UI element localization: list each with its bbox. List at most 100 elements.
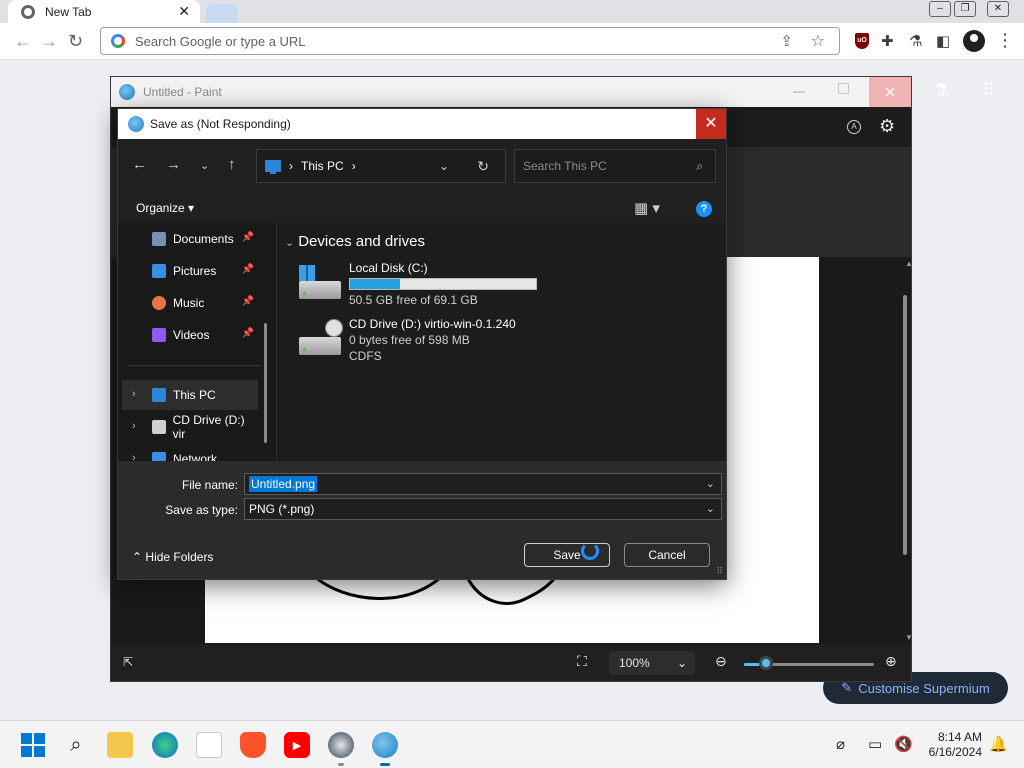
tab-strip: New Tab ✕ – ❐ ✕ <box>0 0 1024 23</box>
drive-cd-d[interactable]: CD Drive (D:) virtio-win-0.1.240 0 bytes… <box>297 317 557 371</box>
extensions-puzzle-icon[interactable]: ✚ <box>881 32 894 50</box>
nav-item-documents[interactable]: Documents 📌 <box>122 224 258 254</box>
drive-name: Local Disk (C:) <box>349 261 428 275</box>
help-icon[interactable]: ? <box>696 201 712 217</box>
edge-icon[interactable] <box>152 732 178 758</box>
collapse-chevron-icon[interactable]: ⌄ <box>285 237 294 249</box>
drive-usage-bar <box>349 278 537 290</box>
file-explorer-icon[interactable] <box>107 732 133 758</box>
notification-bell-icon[interactable]: 🔔 <box>989 735 1008 753</box>
scrollbar-thumb[interactable] <box>903 295 907 555</box>
refresh-icon[interactable]: ↻ <box>477 158 489 175</box>
share-icon[interactable]: ⇪ <box>780 32 793 50</box>
nav-item-this-pc[interactable]: › This PC <box>122 380 258 410</box>
search-icon: ⌕ <box>696 159 703 173</box>
display-icon[interactable]: ▭ <box>868 735 882 753</box>
paint-taskbar-icon[interactable] <box>372 732 398 766</box>
back-arrow-icon[interactable]: ← <box>132 156 147 173</box>
youtube-icon[interactable]: ▶ <box>284 732 310 758</box>
search-input[interactable]: Search This PC ⌕ <box>514 149 716 183</box>
volume-muted-icon[interactable]: 🔇 <box>894 735 913 753</box>
canvas-vertical-scrollbar[interactable] <box>901 263 909 641</box>
network-disconnected-icon[interactable]: ⌀ <box>836 735 845 753</box>
nav-item-cd-drive[interactable]: › CD Drive (D:) vir <box>122 412 258 442</box>
labs-icon[interactable]: ⚗ <box>933 80 949 101</box>
store-icon[interactable] <box>196 732 222 758</box>
account-icon[interactable]: A <box>847 120 861 134</box>
bookmark-star-icon[interactable]: ☆ <box>811 31 825 51</box>
start-button[interactable] <box>20 732 46 758</box>
nav-item-pictures[interactable]: Pictures 📌 <box>122 256 258 286</box>
nav-item-videos[interactable]: Videos 📌 <box>122 320 258 350</box>
minimize-button[interactable]: – <box>928 0 952 18</box>
group-header[interactable]: ⌄ Devices and drives <box>285 233 425 250</box>
tab-new-tab[interactable]: New Tab ✕ <box>8 0 200 23</box>
recent-locations-chevron-icon[interactable]: ⌄ <box>200 159 209 172</box>
supermium-icon[interactable] <box>328 732 354 766</box>
side-panel-icon[interactable]: ◧ <box>936 32 950 50</box>
file-name-input[interactable]: Untitled.png ⌄ <box>244 473 722 495</box>
pencil-icon: ✎ <box>841 680 853 695</box>
profile-avatar[interactable] <box>963 30 985 52</box>
dialog-close-icon[interactable]: ✕ <box>696 109 726 139</box>
nav-pane-scrollbar[interactable] <box>264 323 267 443</box>
up-arrow-icon[interactable]: ↑ <box>228 156 236 173</box>
paint-maximize-icon[interactable] <box>838 83 849 94</box>
forward-arrow-icon[interactable]: → <box>40 31 58 52</box>
drive-local-disk-c[interactable]: Local Disk (C:) 50.5 GB free of 69.1 GB <box>297 261 557 315</box>
zoom-out-icon[interactable]: ⊖ <box>715 653 727 670</box>
file-name-label: File name: <box>181 478 238 492</box>
organize-button[interactable]: Organize ▾ <box>136 201 194 215</box>
drive-name: CD Drive (D:) virtio-win-0.1.240 <box>349 317 516 331</box>
apps-grid-icon[interactable]: ⠿ <box>982 80 995 101</box>
breadcrumb-chevron-icon[interactable]: › <box>352 159 356 173</box>
nav-divider <box>128 365 260 366</box>
zoom-slider-thumb[interactable] <box>759 656 774 670</box>
close-window-button[interactable]: ✕ <box>986 0 1010 18</box>
cancel-button[interactable]: Cancel <box>624 543 710 567</box>
hide-folders-button[interactable]: ⌃ Hide Folders <box>132 550 213 564</box>
restore-icon: ❐ <box>954 1 976 17</box>
zoom-select[interactable]: 100% ⌄ <box>609 651 695 675</box>
menu-kebab-icon[interactable]: ⋮ <box>996 30 1014 51</box>
labs-flask-icon[interactable]: ⚗ <box>909 32 922 50</box>
pin-icon: 📌 <box>241 296 254 307</box>
expand-chevron-icon[interactable]: › <box>132 420 136 432</box>
new-tab-button[interactable] <box>206 4 238 23</box>
paint-close-icon[interactable]: ✕ <box>869 77 911 107</box>
nav-item-music[interactable]: Music 📌 <box>122 288 258 318</box>
cd-drive-icon <box>152 420 166 434</box>
browser-toolbar: ← → ↻ Search Google or type a URL ⇪ ☆ <box>0 23 1024 60</box>
view-options-icon[interactable]: ▦ ▾ <box>634 199 660 217</box>
documents-icon <box>152 232 166 246</box>
tab-close-icon[interactable]: ✕ <box>178 3 190 20</box>
paint-minimize-icon[interactable]: — <box>793 84 805 98</box>
reload-icon[interactable]: ↻ <box>68 31 83 52</box>
expand-chevron-icon[interactable]: › <box>132 452 136 461</box>
forward-arrow-icon[interactable]: → <box>166 156 181 173</box>
omnibox[interactable]: Search Google or type a URL ⇪ ☆ <box>100 27 840 55</box>
address-dropdown-icon[interactable]: ⌄ <box>439 159 449 173</box>
save-as-type-select[interactable]: PNG (*.png) ⌄ <box>244 498 722 520</box>
paint-titlebar: Untitled - Paint — ✕ <box>111 77 911 107</box>
music-icon <box>152 296 166 310</box>
fit-to-window-icon[interactable]: ⛶ <box>577 653 587 670</box>
pin-icon: 📌 <box>241 232 254 243</box>
chevron-down-icon[interactable]: ⌄ <box>706 502 715 515</box>
resize-grip-icon[interactable]: ⠿ <box>716 566 723 577</box>
system-clock[interactable]: 8:14 AM 6/16/2024 <box>918 730 982 760</box>
settings-gear-icon[interactable]: ⚙ <box>879 116 895 137</box>
breadcrumb-this-pc[interactable]: This PC <box>301 159 344 173</box>
nav-item-network[interactable]: › Network <box>122 444 258 461</box>
back-arrow-icon[interactable]: ← <box>14 31 32 52</box>
restore-button[interactable]: ❐ <box>953 0 977 18</box>
ublock-origin-icon[interactable]: uO <box>855 33 869 49</box>
breadcrumb-separator-icon[interactable]: › <box>289 159 293 173</box>
zoom-in-icon[interactable]: ⊕ <box>885 653 897 670</box>
expand-chevron-icon[interactable]: › <box>132 388 136 400</box>
omnibox-placeholder: Search Google or type a URL <box>135 33 306 49</box>
search-icon[interactable]: ⌕ <box>63 732 89 758</box>
chevron-down-icon[interactable]: ⌄ <box>706 477 715 490</box>
address-bar[interactable]: › This PC › ⌄ ↻ <box>256 149 506 183</box>
brave-icon[interactable] <box>240 732 266 758</box>
